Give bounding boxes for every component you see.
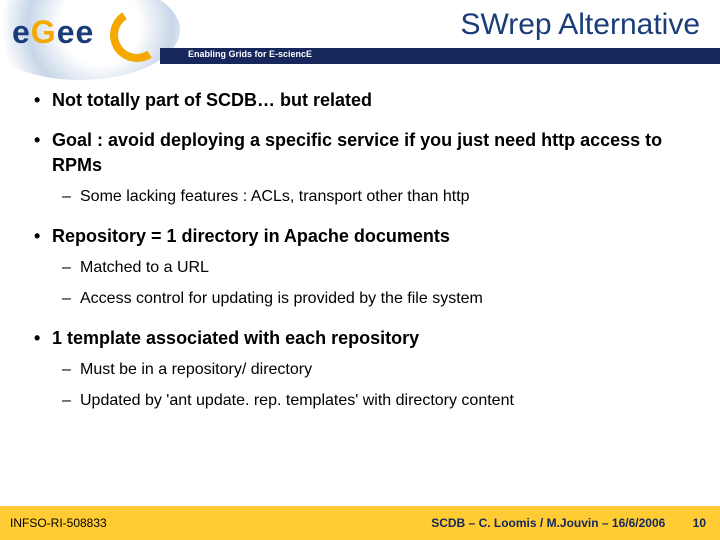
slide-header: eGee SWrep Alternative Enabling Grids fo… bbox=[0, 0, 720, 70]
footer-right: SCDB – C. Loomis / M.Jouvin – 16/6/2006 bbox=[431, 516, 665, 530]
logo-letter: e bbox=[75, 14, 94, 50]
egee-logo: eGee bbox=[0, 0, 176, 70]
bullet-text: Repository = 1 directory in Apache docum… bbox=[52, 226, 450, 246]
bullet: Repository = 1 directory in Apache docum… bbox=[30, 224, 690, 310]
sub-bullet: Some lacking features : ACLs, transport … bbox=[58, 187, 690, 208]
footer-page-number: 10 bbox=[693, 516, 706, 530]
slide-footer: INFSO-RI-508833 SCDB – C. Loomis / M.Jou… bbox=[0, 506, 720, 540]
header-tagline: Enabling Grids for E-sciencE bbox=[188, 49, 312, 59]
bullet: Goal : avoid deploying a specific servic… bbox=[30, 128, 690, 207]
slide-title: SWrep Alternative bbox=[460, 8, 700, 42]
logo-letter: G bbox=[31, 14, 57, 50]
bullet-text: Not totally part of SCDB… but related bbox=[52, 90, 372, 110]
footer-left: INFSO-RI-508833 bbox=[10, 516, 107, 530]
logo-letter: e bbox=[57, 14, 76, 50]
sub-bullet: Updated by 'ant update. rep. templates' … bbox=[58, 391, 690, 412]
sub-bullet: Matched to a URL bbox=[58, 258, 690, 279]
sub-bullet: Must be in a repository/ directory bbox=[58, 360, 690, 381]
slide-body: Not totally part of SCDB… but related Go… bbox=[0, 70, 720, 411]
sub-bullet: Access control for updating is provided … bbox=[58, 289, 690, 310]
logo-letter: e bbox=[12, 14, 31, 50]
bullet-text: 1 template associated with each reposito… bbox=[52, 328, 419, 348]
bullet-text: Goal : avoid deploying a specific servic… bbox=[52, 130, 662, 174]
bullet: Not totally part of SCDB… but related bbox=[30, 88, 690, 112]
bullet: 1 template associated with each reposito… bbox=[30, 326, 690, 412]
